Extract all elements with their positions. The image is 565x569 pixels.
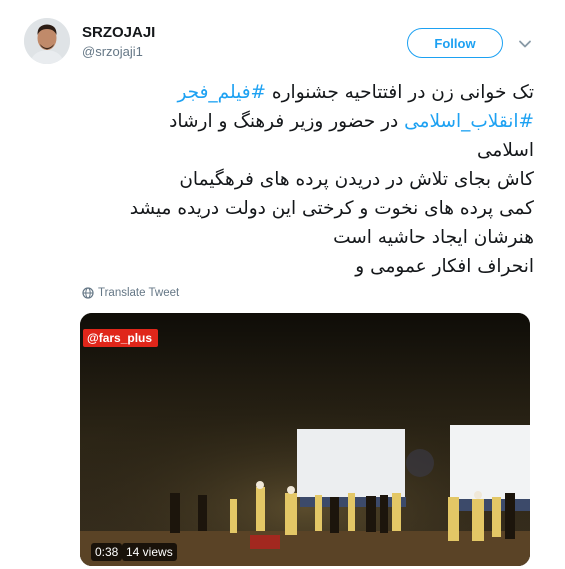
tweet-text-segment: تک خوانی زن در افتتاحیه جشنواره — [266, 82, 534, 103]
video-watermark: @fars_plus — [83, 329, 159, 347]
tweet-text-line: کمی پرده های نخوت و کرختی این دولت دریده… — [80, 194, 534, 223]
video-view-count: 14 views — [122, 543, 177, 561]
globe-icon — [82, 287, 94, 299]
video-player[interactable]: @fars_plus — [80, 313, 530, 566]
translate-label: Translate Tweet — [98, 287, 180, 299]
author-handle[interactable]: @srzojaji1 — [82, 44, 143, 59]
hashtag-link[interactable]: #انقلاب_اسلامی — [404, 111, 534, 132]
tweet-text-segment: کاش بجای تلاش در دریدن پرده های فرهگیمان — [179, 169, 534, 190]
tweet-text-line: #انقلاب_اسلامی در حضور وزیر فرهنگ و ارشا… — [80, 107, 534, 136]
tweet-text-segment: انحراف افکار عمومی و — [355, 256, 534, 277]
tweet-text-line: اسلامی — [80, 136, 534, 165]
tweet-text-segment: اسلامی — [476, 140, 534, 161]
translate-tweet-link[interactable]: Translate Tweet — [82, 287, 179, 299]
tweet-text-line: انحراف افکار عمومی و — [80, 252, 534, 281]
tweet-text-line: کاش بجای تلاش در دریدن پرده های فرهگیمان — [80, 165, 534, 194]
caret-down-icon[interactable] — [518, 36, 532, 50]
tweet-text-segment: هنرشان ایجاد حاشیه است — [333, 227, 534, 248]
follow-button[interactable]: Follow — [407, 28, 503, 58]
hashtag-link[interactable]: #فیلم_فجر — [177, 82, 266, 103]
tweet-text-segment: در حضور وزیر فرهنگ و ارشاد — [169, 111, 405, 132]
tweet-text: تک خوانی زن در افتتاحیه جشنواره #فیلم_فج… — [80, 78, 534, 281]
tweet-card: SRZOJAJI @srzojaji1 Follow تک خوانی زن د… — [0, 0, 565, 569]
tweet-text-segment: کمی پرده های نخوت و کرختی این دولت دریده… — [129, 198, 534, 219]
tweet-text-line: هنرشان ایجاد حاشیه است — [80, 223, 534, 252]
author-display-name[interactable]: SRZOJAJI — [82, 24, 155, 41]
avatar[interactable] — [24, 18, 70, 64]
tweet-text-line: تک خوانی زن در افتتاحیه جشنواره #فیلم_فج… — [80, 78, 534, 107]
watermark-text: @fars_plus — [87, 331, 153, 345]
video-frame — [80, 313, 530, 566]
video-duration: 0:38 — [91, 543, 123, 561]
